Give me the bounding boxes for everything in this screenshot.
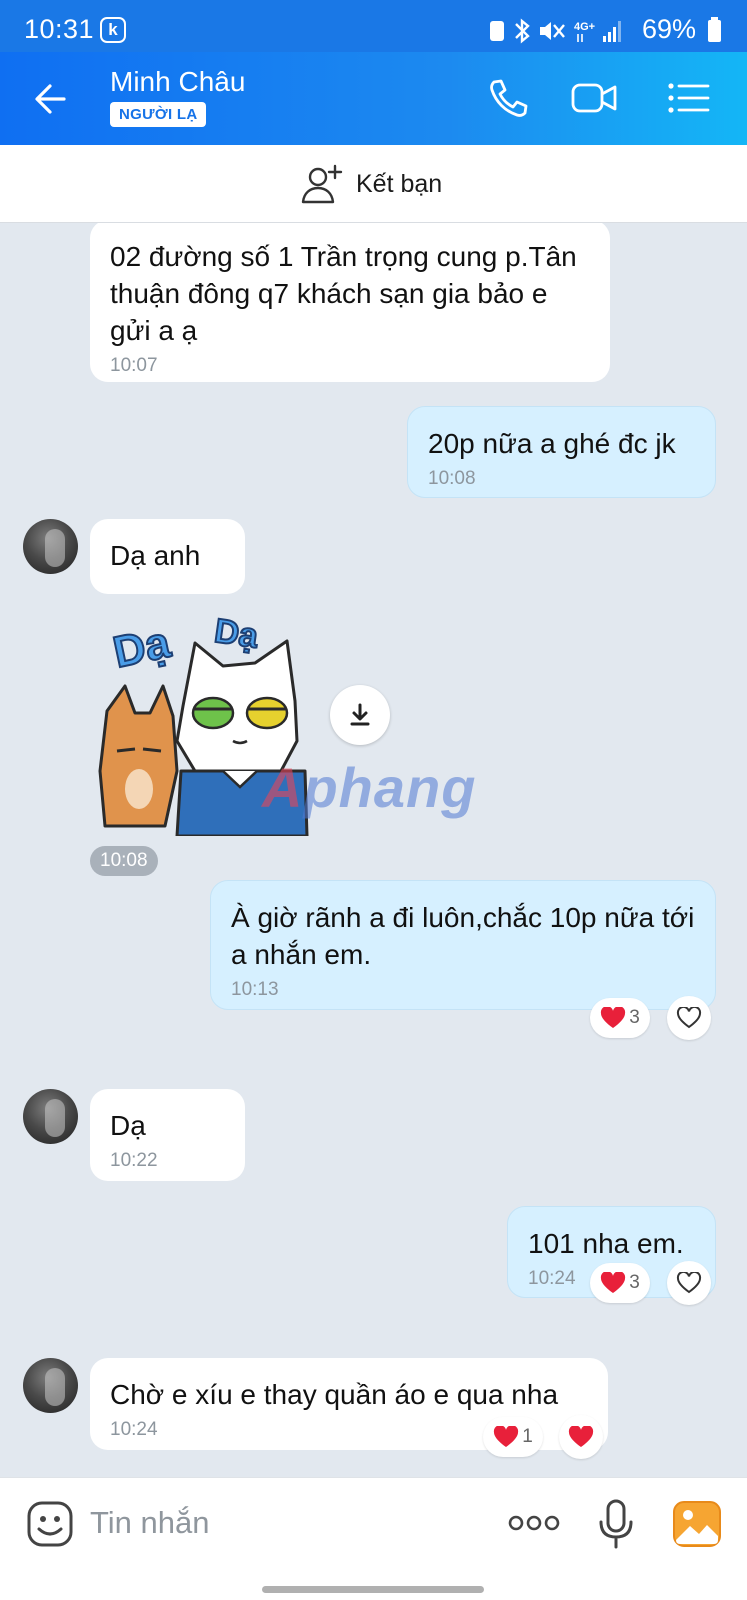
message-text: Dạ anh [110,540,201,571]
sticker-time: 10:08 [90,846,158,876]
message-text: 101 nha em. [528,1228,684,1259]
react-button[interactable] [667,996,711,1040]
stranger-badge: NGƯỜI LẠ [110,102,207,127]
chat-header: Minh Châu NGƯỜI LẠ [0,52,747,145]
watermark: Aphang [262,755,476,820]
add-friend-label: Kết bạn [356,169,443,198]
battery-percent: 69% [642,14,697,44]
heart-icon [568,1426,594,1447]
add-friend-bar: Kết bạn [0,145,747,223]
contact-name[interactable]: Minh Châu [110,66,245,98]
react-button[interactable] [559,1415,603,1459]
message-bubble-incoming[interactable]: Dạ anh [90,519,245,594]
back-arrow-icon[interactable] [28,76,74,122]
download-icon [350,703,370,726]
home-indicator[interactable] [262,1586,484,1593]
watermark-rest: phang [303,756,477,819]
svg-text:Dạ: Dạ [109,618,175,678]
phone-icon[interactable] [482,74,530,122]
message-text: À giờ rãnh a đi luôn,chắc 10p nữa tới a … [231,902,695,970]
contact-avatar[interactable] [23,1358,78,1413]
message-text: Dạ [110,1110,146,1141]
emoji-icon[interactable] [26,1500,74,1548]
more-icon[interactable] [508,1512,560,1534]
add-friend-icon [301,164,343,204]
message-input-bar: Tin nhắn [0,1477,747,1600]
reaction-summary[interactable]: 3 [590,1263,650,1303]
message-bubble-outgoing[interactable]: 20p nữa a ghé đc jk 10:08 [407,406,716,498]
contact-avatar[interactable] [23,519,78,574]
contact-avatar[interactable] [23,1089,78,1144]
status-time: 10:31 [24,14,95,44]
chat-messages: 02 đường số 1 Trần trọng cung p.Tân thuậ… [0,223,747,1477]
status-bar: 10:31 k 4G+ 69% [0,0,747,52]
message-text: Chờ e xíu e thay quần áo e qua nha [110,1379,559,1410]
reaction-summary[interactable]: 3 [590,998,650,1038]
reaction-summary[interactable]: 1 [483,1417,543,1457]
message-bubble-incoming[interactable]: 02 đường số 1 Trần trọng cung p.Tân thuậ… [90,223,610,382]
download-sticker-button[interactable] [330,685,390,745]
reaction-count: 3 [629,1272,640,1293]
heart-icon [601,1007,626,1028]
status-icons: 4G+ [490,18,621,44]
add-friend-button[interactable]: Kết bạn [300,161,442,207]
watermark-initial: A [262,756,304,819]
react-button[interactable] [667,1261,711,1305]
message-text: 20p nữa a ghé đc jk [428,428,676,459]
message-time: 10:07 [110,355,158,376]
network-type: 4G+ [574,21,595,33]
reaction-count: 1 [522,1426,533,1447]
battery-icon [708,17,721,42]
heart-icon [494,1426,519,1447]
message-bubble-outgoing[interactable]: À giờ rãnh a đi luôn,chắc 10p nữa tới a … [210,880,716,1010]
message-bubble-incoming[interactable]: Dạ 10:22 [90,1089,245,1181]
app-notification-icon: k [100,17,126,43]
message-time: 10:22 [110,1150,158,1171]
message-time: 10:08 [428,468,476,489]
message-input[interactable]: Tin nhắn [90,1505,210,1541]
video-call-icon[interactable] [570,74,618,122]
heart-icon [601,1272,626,1293]
heart-outline-icon [676,1007,702,1029]
message-text: 02 đường số 1 Trần trọng cung p.Tân thuậ… [110,241,577,346]
heart-outline-icon [676,1272,702,1294]
svg-text:Dạ: Dạ [212,612,261,656]
microphone-icon[interactable] [596,1498,636,1550]
menu-icon[interactable] [664,74,712,122]
image-icon[interactable] [672,1500,722,1548]
reaction-count: 3 [629,1007,640,1028]
